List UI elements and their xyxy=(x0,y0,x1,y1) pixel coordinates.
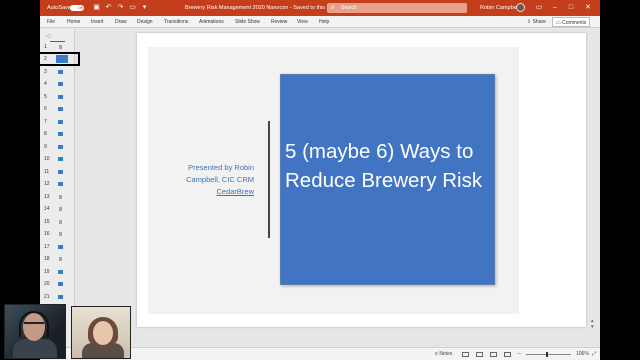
slide-canvas[interactable]: Presented by Robin Campbell, CIC CRM Ced… xyxy=(137,33,586,327)
slide-thumbnail[interactable]: 18 xyxy=(44,254,71,264)
slide-thumbnail[interactable]: 1 xyxy=(44,42,71,52)
slide-thumbnail[interactable]: 9 xyxy=(44,142,71,152)
save-icon[interactable]: ▣ xyxy=(92,3,101,12)
slide-thumbnail-pane[interactable]: ▫ ◻ 1 2 3 4 5 6 7 8 9 10 11 12 13 14 15 … xyxy=(40,29,80,345)
share-label: Share xyxy=(532,19,546,25)
minimize-icon[interactable]: – xyxy=(549,0,561,16)
vertical-divider xyxy=(268,121,270,238)
autosave-toggle[interactable]: Off xyxy=(70,5,84,11)
tab-help[interactable]: Help xyxy=(319,16,329,28)
search-icon: ⌕ xyxy=(331,5,335,11)
tab-insert[interactable]: Insert xyxy=(91,16,104,28)
zoom-level[interactable]: 106% xyxy=(576,348,589,360)
presenter-text[interactable]: Presented by Robin Campbell, CIC CRM xyxy=(181,162,254,186)
zoom-out-icon[interactable]: – xyxy=(518,348,521,360)
zoom-slider-thumb[interactable] xyxy=(546,352,548,357)
slide-thumbnail[interactable]: 7 xyxy=(44,117,71,127)
slide-thumbnail[interactable]: 16 xyxy=(44,229,71,239)
tab-file[interactable]: File xyxy=(47,16,55,28)
search-placeholder: Search xyxy=(341,5,357,11)
company-link[interactable]: CedarBrew xyxy=(181,187,254,196)
autosave-label: AutoSave xyxy=(47,5,71,11)
slide-thumbnail[interactable]: 13 xyxy=(44,192,71,202)
slideshow-view-icon[interactable] xyxy=(504,352,511,357)
ribbon: File Home Insert Draw Design Transitions… xyxy=(40,16,600,28)
slide-thumbnail-active[interactable]: 2 xyxy=(40,52,80,66)
zoom-slider[interactable] xyxy=(526,352,571,357)
slide-title[interactable]: 5 (maybe 6) Ways to Reduce Brewery Risk xyxy=(285,137,490,195)
tab-home[interactable]: Home xyxy=(67,16,80,28)
title-box[interactable]: 5 (maybe 6) Ways to Reduce Brewery Risk xyxy=(280,74,495,285)
slide-thumbnail[interactable]: 21 xyxy=(44,292,71,302)
tab-animations[interactable]: Animations xyxy=(199,16,224,28)
maximize-icon[interactable]: □ xyxy=(565,0,577,16)
webcam-feed-participant xyxy=(71,306,131,359)
slide-thumbnail[interactable]: 4 xyxy=(44,79,71,89)
slide-thumbnail[interactable]: 11 xyxy=(44,167,71,177)
title-bar: AutoSave Off ▣ ↶ ↷ ▭ ▾ Brewery Risk Mana… xyxy=(40,0,600,16)
tab-slide-show[interactable]: Slide Show xyxy=(235,16,260,28)
slide-thumbnail[interactable]: 17 xyxy=(44,242,71,252)
tab-review[interactable]: Review xyxy=(271,16,287,28)
scroll-arrows-icon[interactable]: ▴ ▾ xyxy=(591,318,594,330)
slide-thumbnail[interactable]: 10 xyxy=(44,154,71,164)
slide-thumbnail[interactable]: 5 xyxy=(44,92,71,102)
present-icon[interactable]: ▭ xyxy=(128,3,137,12)
user-name[interactable]: Robin Campbell xyxy=(480,0,519,16)
slide-thumbnail[interactable]: 15 xyxy=(44,217,71,227)
ribbon-display-icon[interactable]: ▭ xyxy=(533,0,545,16)
close-icon[interactable]: ✕ xyxy=(582,0,594,16)
slide-thumbnail[interactable]: 3 xyxy=(44,67,71,77)
redo-icon[interactable]: ↷ xyxy=(116,3,125,12)
slide-thumbnail[interactable]: 19 xyxy=(44,267,71,277)
webcam-feed-presenter xyxy=(4,304,66,359)
reading-view-icon[interactable] xyxy=(490,352,497,357)
avatar[interactable] xyxy=(516,3,525,12)
slide-thumbnail[interactable]: 14 xyxy=(44,204,71,214)
slide-thumbnail[interactable]: 12 xyxy=(44,179,71,189)
tab-transitions[interactable]: Transitions xyxy=(164,16,188,28)
tab-design[interactable]: Design xyxy=(137,16,153,28)
comments-button[interactable]: ▭ Comments xyxy=(552,17,591,27)
slide-sorter-icon[interactable] xyxy=(476,352,483,357)
notes-button[interactable]: ≡ Notes xyxy=(435,348,452,360)
slide-thumbnail[interactable]: 8 xyxy=(44,129,71,139)
tab-view[interactable]: View xyxy=(297,16,308,28)
slide-thumbnail[interactable]: 20 xyxy=(44,279,71,289)
undo-icon[interactable]: ↶ xyxy=(104,3,113,12)
slide-thumbnail[interactable]: 6 xyxy=(44,104,71,114)
comments-label: Comments xyxy=(562,20,587,26)
document-title: Brewery Risk Management 2020 Nanocon - S… xyxy=(185,5,335,11)
tab-draw[interactable]: Draw xyxy=(115,16,127,28)
thumbnail-header: ▫ ◻ xyxy=(45,33,65,42)
search-input[interactable]: ⌕ Search xyxy=(327,3,467,13)
fit-to-window-icon[interactable]: ⤢ xyxy=(592,348,596,360)
share-button[interactable]: ⇪ Share xyxy=(527,18,546,26)
normal-view-icon[interactable] xyxy=(462,352,469,357)
customize-toolbar-icon[interactable]: ▾ xyxy=(140,3,149,12)
